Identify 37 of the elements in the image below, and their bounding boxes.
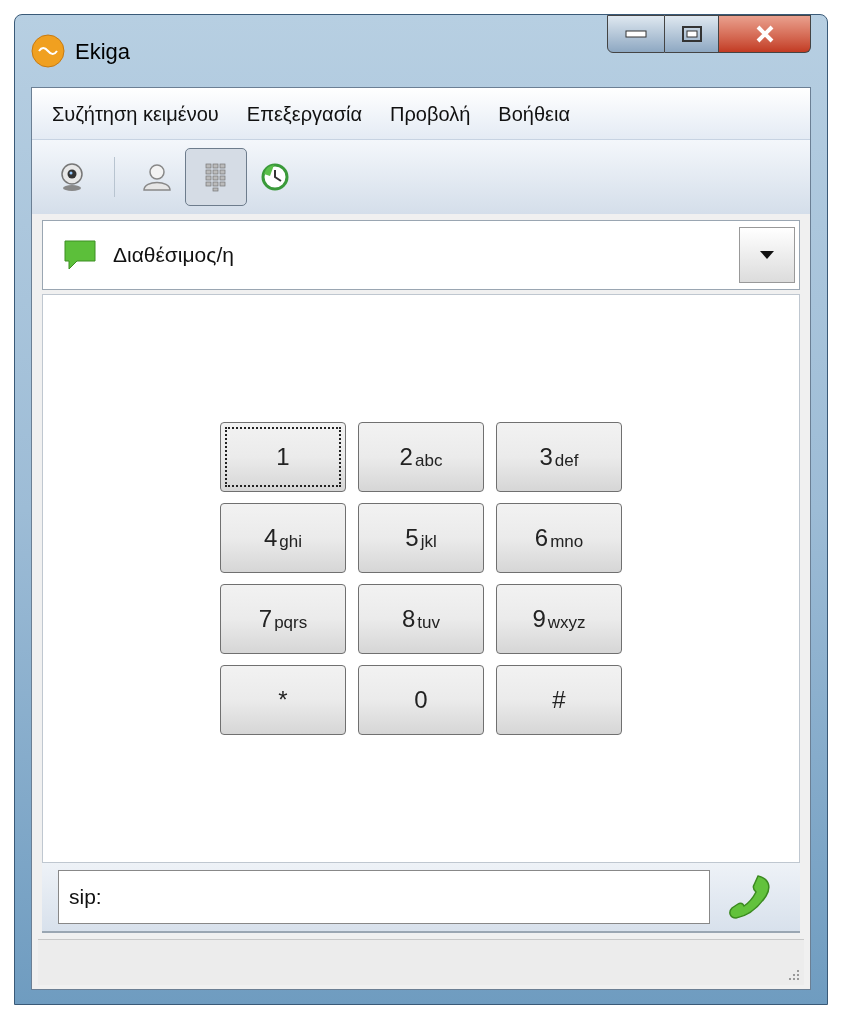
keypad-key[interactable]: 9wxyz	[496, 584, 622, 654]
menu-item[interactable]: Συζήτηση κειμένου	[52, 98, 219, 129]
person-icon	[141, 161, 173, 193]
speech-bubble-icon	[63, 239, 97, 271]
keypad-key[interactable]: 8tuv	[358, 584, 484, 654]
keypad-key[interactable]: *	[220, 665, 346, 735]
dropdown-arrow-button[interactable]	[739, 227, 795, 283]
presence-status: Διαθέσιμος/η	[113, 242, 234, 269]
toolbar-button[interactable]	[185, 148, 247, 206]
resize-grip-icon	[786, 967, 800, 981]
keypad-key[interactable]: 2abc	[358, 422, 484, 492]
app-logo-icon	[31, 34, 65, 68]
keypad-key[interactable]: 3def	[496, 422, 622, 492]
close-icon	[754, 25, 775, 43]
minimize-button[interactable]	[607, 15, 665, 53]
menu-item[interactable]: Βοήθεια	[498, 98, 570, 129]
maximize-button[interactable]	[665, 15, 719, 53]
webcam-icon	[59, 162, 85, 192]
keypad-key[interactable]: 0	[358, 665, 484, 735]
presence-dropdown[interactable]: Διαθέσιμος/η	[42, 220, 800, 290]
keypad-icon	[204, 162, 228, 192]
caret-icon	[760, 251, 774, 259]
window-title: Ekiga	[75, 37, 131, 66]
close-button[interactable]	[719, 15, 811, 53]
clock-icon	[260, 162, 290, 192]
menu-item[interactable]: Επεξεργασία	[246, 98, 362, 129]
menu-item[interactable]: Προβολή	[390, 98, 471, 129]
keypad-key[interactable]: 4ghi	[220, 503, 346, 573]
minimize-icon	[625, 30, 647, 38]
keypad-key[interactable]: 7 pqrs	[220, 584, 346, 654]
address-field[interactable]: sip:	[58, 870, 710, 924]
phone-icon	[728, 874, 772, 920]
maximize-icon	[681, 26, 702, 42]
keypad-key[interactable]: 5jkl	[358, 503, 484, 573]
keypad-key[interactable]: #	[496, 665, 622, 735]
keypad-key[interactable]: 6 mno	[496, 503, 622, 573]
keypad-key[interactable]: 1	[220, 422, 346, 492]
